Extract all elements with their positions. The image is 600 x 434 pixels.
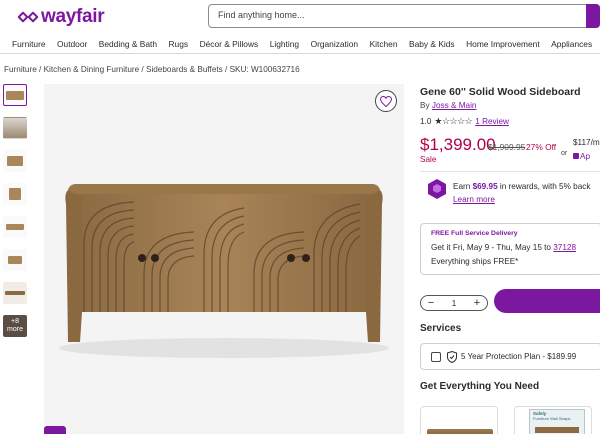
- more-count: +8: [11, 318, 19, 325]
- apply-link[interactable]: Ap: [580, 152, 590, 161]
- favorite-heart-button[interactable]: [375, 90, 397, 112]
- brand-link[interactable]: Joss & Main: [432, 101, 477, 110]
- delivery-date: Get it Fri, May 9 - Thu, May 15 to 37128: [431, 243, 576, 252]
- thumbnail-strip: +8 more: [3, 84, 29, 348]
- recommendation-card[interactable]: Safely Furniture Wall Straps: [514, 406, 592, 434]
- thumbnail-1[interactable]: [3, 84, 27, 106]
- protection-plan-option[interactable]: 5 Year Protection Plan - $189.99: [420, 343, 600, 370]
- monthly-price: $117/mo: [573, 138, 600, 147]
- rewards-gem-icon: [428, 179, 446, 199]
- delivery-box: FREE Full Service Delivery Get it Fri, M…: [420, 223, 600, 275]
- thumbnail-7[interactable]: [3, 282, 27, 304]
- category-nav: Furniture Outdoor Bedding & Bath Rugs Dé…: [0, 34, 600, 54]
- delivery-date-text: Get it Fri, May 9 - Thu, May 15 to: [431, 243, 554, 252]
- site-header: wayfair Find anything home...: [0, 0, 600, 34]
- search-bar[interactable]: Find anything home...: [208, 4, 600, 28]
- nav-item-appliances[interactable]: Appliances: [551, 39, 592, 49]
- quantity-stepper: − 1 +: [420, 295, 488, 311]
- thumbnail-3[interactable]: [3, 150, 27, 172]
- nav-item-kitchen[interactable]: Kitchen: [370, 39, 398, 49]
- sideboard-image: [44, 84, 404, 434]
- thumbnail-5[interactable]: [3, 216, 27, 238]
- rating-value: 1.0: [420, 117, 432, 126]
- divider: [420, 171, 600, 172]
- sale-label: Sale: [420, 155, 437, 164]
- by-prefix: By: [420, 101, 432, 110]
- rewards-text: Earn $69.95 in rewards, with 5% back: [453, 182, 590, 191]
- quantity-value[interactable]: 1: [452, 299, 456, 308]
- nav-item-organization[interactable]: Organization: [311, 39, 359, 49]
- rewards-amount: $69.95: [472, 182, 498, 191]
- thumbnail-2[interactable]: [3, 117, 27, 139]
- brand-line: By Joss & Main: [420, 101, 476, 110]
- nav-item-baby-kids[interactable]: Baby & Kids: [409, 39, 455, 49]
- chat-tab[interactable]: [44, 426, 66, 434]
- rewards-suffix: in rewards, with 5% back: [497, 182, 591, 191]
- more-label: more: [7, 326, 23, 333]
- recommendation-image: [427, 429, 493, 434]
- nav-item-outdoor[interactable]: Outdoor: [57, 39, 87, 49]
- nav-item-decor-pillows[interactable]: Décor & Pillows: [200, 39, 259, 49]
- main-product-image[interactable]: [44, 84, 404, 434]
- or-label: or: [561, 150, 568, 157]
- learn-more-link[interactable]: Learn more: [453, 195, 495, 204]
- zip-code-link[interactable]: 37128: [553, 243, 576, 252]
- nav-item-rugs[interactable]: Rugs: [169, 39, 189, 49]
- wayfair-logo[interactable]: wayfair: [17, 6, 105, 28]
- card-icon: [573, 153, 579, 159]
- nav-item-home-improvement[interactable]: Home Improvement: [466, 39, 540, 49]
- thumbnail-6[interactable]: [3, 249, 27, 271]
- thumbnail-4[interactable]: [3, 183, 27, 205]
- protection-plan-label: 5 Year Protection Plan - $189.99: [461, 352, 577, 361]
- recommendation-shelf-graphic: [535, 427, 579, 433]
- ships-free-text: Everything ships FREE*: [431, 257, 519, 266]
- shield-icon: [447, 351, 457, 363]
- recommendation-product-text: Furniture Wall Straps: [533, 416, 571, 421]
- rewards-prefix: Earn: [453, 182, 473, 191]
- review-link[interactable]: 1 Review: [475, 117, 509, 126]
- quantity-plus-button[interactable]: +: [471, 297, 483, 309]
- logo-text: wayfair: [41, 6, 105, 27]
- delivery-label: FREE Full Service Delivery: [431, 230, 518, 237]
- search-button[interactable]: [586, 4, 600, 28]
- discount-percent: 27% Off: [526, 142, 557, 152]
- recommendations-heading: Get Everything You Need: [420, 381, 540, 392]
- nav-item-furniture[interactable]: Furniture: [12, 39, 46, 49]
- rewards-row: Earn $69.95 in rewards, with 5% back Lea…: [420, 179, 600, 209]
- nav-item-lighting[interactable]: Lighting: [270, 39, 299, 49]
- heart-icon: [380, 95, 392, 107]
- current-price: $1,399.00: [420, 135, 496, 154]
- quantity-minus-button[interactable]: −: [425, 297, 437, 309]
- star-rating: ★☆☆☆☆: [434, 116, 473, 126]
- logo-icon: [17, 7, 39, 27]
- rating-row: 1.0 ★☆☆☆☆ 1 Review: [420, 116, 509, 127]
- nav-item-bedding-bath[interactable]: Bedding & Bath: [99, 39, 157, 49]
- add-to-cart-button[interactable]: [494, 289, 600, 313]
- product-title: Gene 60'' Solid Wood Sideboard: [420, 86, 581, 98]
- was-price: $1,909.95: [488, 142, 526, 152]
- breadcrumb[interactable]: Furniture / Kitchen & Dining Furniture /…: [4, 65, 300, 74]
- protection-plan-checkbox[interactable]: [431, 352, 441, 362]
- recommendation-card[interactable]: [420, 406, 498, 434]
- services-heading: Services: [420, 323, 462, 334]
- thumbnail-more[interactable]: +8 more: [3, 315, 27, 337]
- search-input[interactable]: Find anything home...: [218, 10, 305, 20]
